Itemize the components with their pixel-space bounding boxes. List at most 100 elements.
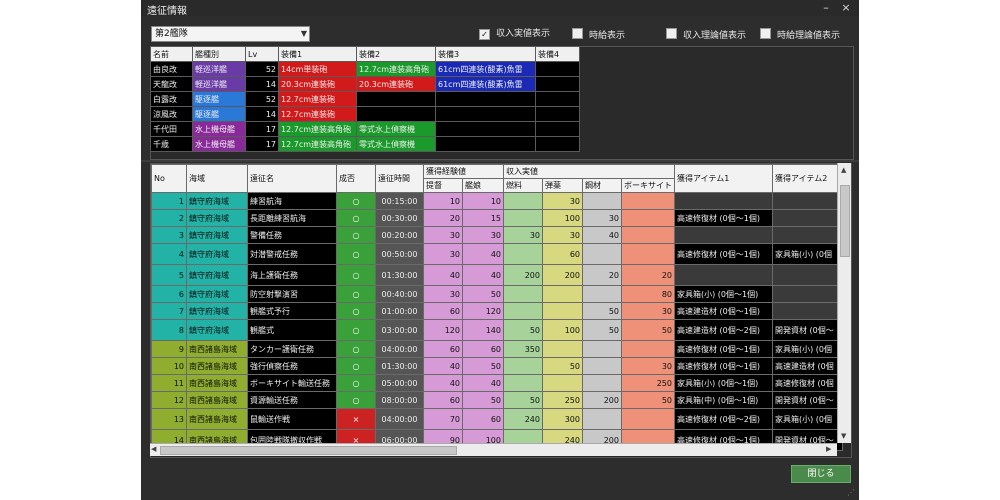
table-row[interactable]: 6 鎮守府海域 防空射撃演習 ○ 00:40:00 30 50 80 家具箱(小) (0個～1個…: [151, 285, 843, 303]
equipment-slot: 12.7cm連装砲: [278, 91, 357, 107]
equipment-slot: [435, 91, 536, 107]
row-fuel: [503, 374, 543, 392]
fleet-row[interactable]: 千歳 水上機母艦 17 12.7cm連装高角砲 零式水上偵察機: [150, 136, 580, 152]
table-row[interactable]: 5 鎮守府海域 海上護衛任務 ○ 01:30:00 40 40 200 200 20 20: [151, 264, 843, 286]
row-steel: 200: [582, 391, 622, 409]
vertical-scrollbar[interactable]: ▲ ▼: [837, 163, 851, 443]
row-name: 資源輸送任務: [247, 391, 337, 409]
table-row[interactable]: 13 南西諸島海域 鼠輸送作戦 × 04:00:00 70 60 240 300 高速修復材 (0…: [151, 408, 843, 430]
row-time: 08:00:00: [375, 391, 424, 409]
row-baux: [621, 226, 675, 244]
equipment-slot: 12.7cm連装高角砲: [278, 121, 357, 137]
row-item1: 家具箱(中) (0個～1個): [674, 391, 773, 409]
minimize-button[interactable]: –: [819, 1, 833, 15]
row-no: 11: [151, 374, 187, 392]
scroll-down-icon[interactable]: ▼: [841, 431, 846, 441]
toggle-label: 収入理論値表示: [683, 31, 747, 41]
close-window-button[interactable]: ×: [839, 1, 853, 15]
table-row[interactable]: 11 南西諸島海域 ボーキサイト輸送任務 ○ 05:00:00 40 40 250 家具箱(小)…: [151, 374, 843, 392]
row-area: 南西諸島海域: [186, 357, 248, 375]
row-time: 01:30:00: [375, 264, 424, 286]
row-result: ○: [336, 391, 376, 409]
expedition-grid[interactable]: No 海域 遠征名 成否 遠征時間 獲得経験値 収入実値 獲得アイテム1 獲得ア…: [150, 163, 852, 458]
row-time: 00:40:00: [375, 285, 424, 303]
table-row[interactable]: 12 南西諸島海域 資源輸送任務 ○ 08:00:00 60 50 50 250 200 50 家具箱…: [151, 391, 843, 409]
row-no: 10: [151, 357, 187, 375]
resize-grip-icon[interactable]: ⋰: [847, 488, 855, 497]
checkbox-icon[interactable]: [666, 28, 677, 39]
col-header-exp: 獲得経験値: [423, 164, 504, 179]
scroll-thumb[interactable]: [160, 446, 457, 455]
toggle-hourly-theory[interactable]: 時給理論値表示: [760, 28, 840, 41]
fleet-select-value: 第2艦隊: [155, 29, 188, 39]
equipment-slot: [535, 106, 580, 122]
col-header-ammo: 弾薬: [542, 178, 583, 193]
equipment-slot: 14cm単装砲: [278, 61, 357, 77]
table-row[interactable]: 2 鎮守府海域 長距離練習航海 ○ 00:30:00 20 15 100 30 高速修復材 (0個…: [151, 209, 843, 227]
row-ammo: [542, 340, 583, 358]
row-item2: 家具箱(小) (0個: [772, 408, 843, 430]
row-area: 南西諸島海域: [186, 374, 248, 392]
close-button[interactable]: 閉じる: [791, 465, 851, 483]
equipment-slot: 零式水上偵察機: [356, 121, 436, 137]
row-exp-admiral: 40: [423, 357, 463, 375]
scroll-left-icon[interactable]: ◀: [151, 444, 156, 454]
table-row[interactable]: 7 鎮守府海域 観艦式予行 ○ 01:00:00 60 120 50 30 高速建造材 (0個～1…: [151, 302, 843, 320]
fleet-row[interactable]: 白露改 駆逐艦 52 12.7cm連装砲: [150, 91, 580, 107]
row-item2: 開発資材 (0個～: [772, 319, 843, 341]
checkbox-checked-icon[interactable]: ✓: [479, 29, 490, 40]
toggle-income-theory[interactable]: 収入理論値表示: [666, 28, 747, 41]
fleet-row[interactable]: 千代田 水上機母艦 17 12.7cm連装高角砲 零式水上偵察機: [150, 121, 580, 137]
row-time: 05:00:00: [375, 374, 424, 392]
row-steel: [582, 374, 622, 392]
toggle-income-actual[interactable]: ✓ 収入実値表示: [479, 28, 550, 40]
table-row[interactable]: 8 鎮守府海域 観艦式 ○ 03:00:00 120 140 50 100 50 50 高速建造材 (…: [151, 319, 843, 341]
row-item1: 高速建造材 (0個～2個): [674, 319, 773, 341]
row-area: 南西諸島海域: [186, 340, 248, 358]
row-item1: 高速修復材 (0個～1個): [674, 243, 773, 265]
row-name: 警備任務: [247, 226, 337, 244]
row-exp-ship: 60: [462, 340, 504, 358]
table-row[interactable]: 1 鎮守府海域 練習航海 ○ 00:15:00 10 10 30: [151, 192, 843, 210]
row-area: 鎮守府海域: [186, 226, 248, 244]
table-row[interactable]: 9 南西諸島海域 タンカー護衛任務 ○ 04:00:00 60 60 350 高速修復材 (0個…: [151, 340, 843, 358]
row-fuel: [503, 192, 543, 210]
row-exp-admiral: 70: [423, 408, 463, 430]
fleet-row[interactable]: 天龍改 軽巡洋艦 14 20.3cm連装砲 20.3cm連装砲 61cm四連装(酸素)魚雷: [150, 76, 580, 92]
row-exp-admiral: 30: [423, 243, 463, 265]
table-row[interactable]: 4 鎮守府海域 対潜警戒任務 ○ 00:50:00 30 40 60 高速修復材 (0個～1個)…: [151, 243, 843, 265]
row-name: ボーキサイト輸送任務: [247, 374, 337, 392]
row-exp-admiral: 40: [423, 374, 463, 392]
fleet-row[interactable]: 涼風改 駆逐艦 14 12.7cm連装砲: [150, 106, 580, 122]
scroll-thumb[interactable]: [840, 185, 850, 257]
scroll-up-icon[interactable]: ▲: [841, 165, 846, 175]
ship-type: 軽巡洋艦: [192, 61, 246, 77]
ship-level: 17: [245, 136, 279, 152]
row-steel: 20: [582, 264, 622, 286]
row-exp-ship: 30: [462, 226, 504, 244]
fleet-row[interactable]: 由良改 軽巡洋艦 52 14cm単装砲 12.7cm連装高角砲 61cm四連装(酸素)魚雷: [150, 61, 580, 77]
fleet-select[interactable]: 第2艦隊 ▼: [151, 26, 310, 42]
row-no: 3: [151, 226, 187, 244]
table-row[interactable]: 3 鎮守府海域 警備任務 ○ 00:20:00 30 30 30 30 40: [151, 226, 843, 244]
row-name: 対潜警戒任務: [247, 243, 337, 265]
row-item1: [674, 226, 773, 244]
row-name: 長距離練習航海: [247, 209, 337, 227]
row-steel: [582, 408, 622, 430]
row-result: ○: [336, 243, 376, 265]
row-area: 鎮守府海域: [186, 209, 248, 227]
scroll-right-icon[interactable]: ▶: [826, 444, 831, 454]
row-ammo: 250: [542, 391, 583, 409]
row-fuel: [503, 357, 543, 375]
ship-type: 駆逐艦: [192, 106, 246, 122]
checkbox-icon[interactable]: [760, 28, 771, 39]
toggle-hourly[interactable]: 時給表示: [572, 28, 625, 41]
checkbox-icon[interactable]: [572, 28, 583, 39]
row-exp-admiral: 10: [423, 192, 463, 210]
table-row[interactable]: 10 南西諸島海域 強行偵察任務 ○ 01:30:00 40 50 50 30 高速修復材 (0個…: [151, 357, 843, 375]
row-baux: [621, 192, 675, 210]
horizontal-scrollbar[interactable]: ◀ ▶: [150, 443, 837, 456]
row-item2: [772, 209, 843, 227]
row-area: 鎮守府海域: [186, 243, 248, 265]
row-result: ○: [336, 319, 376, 341]
